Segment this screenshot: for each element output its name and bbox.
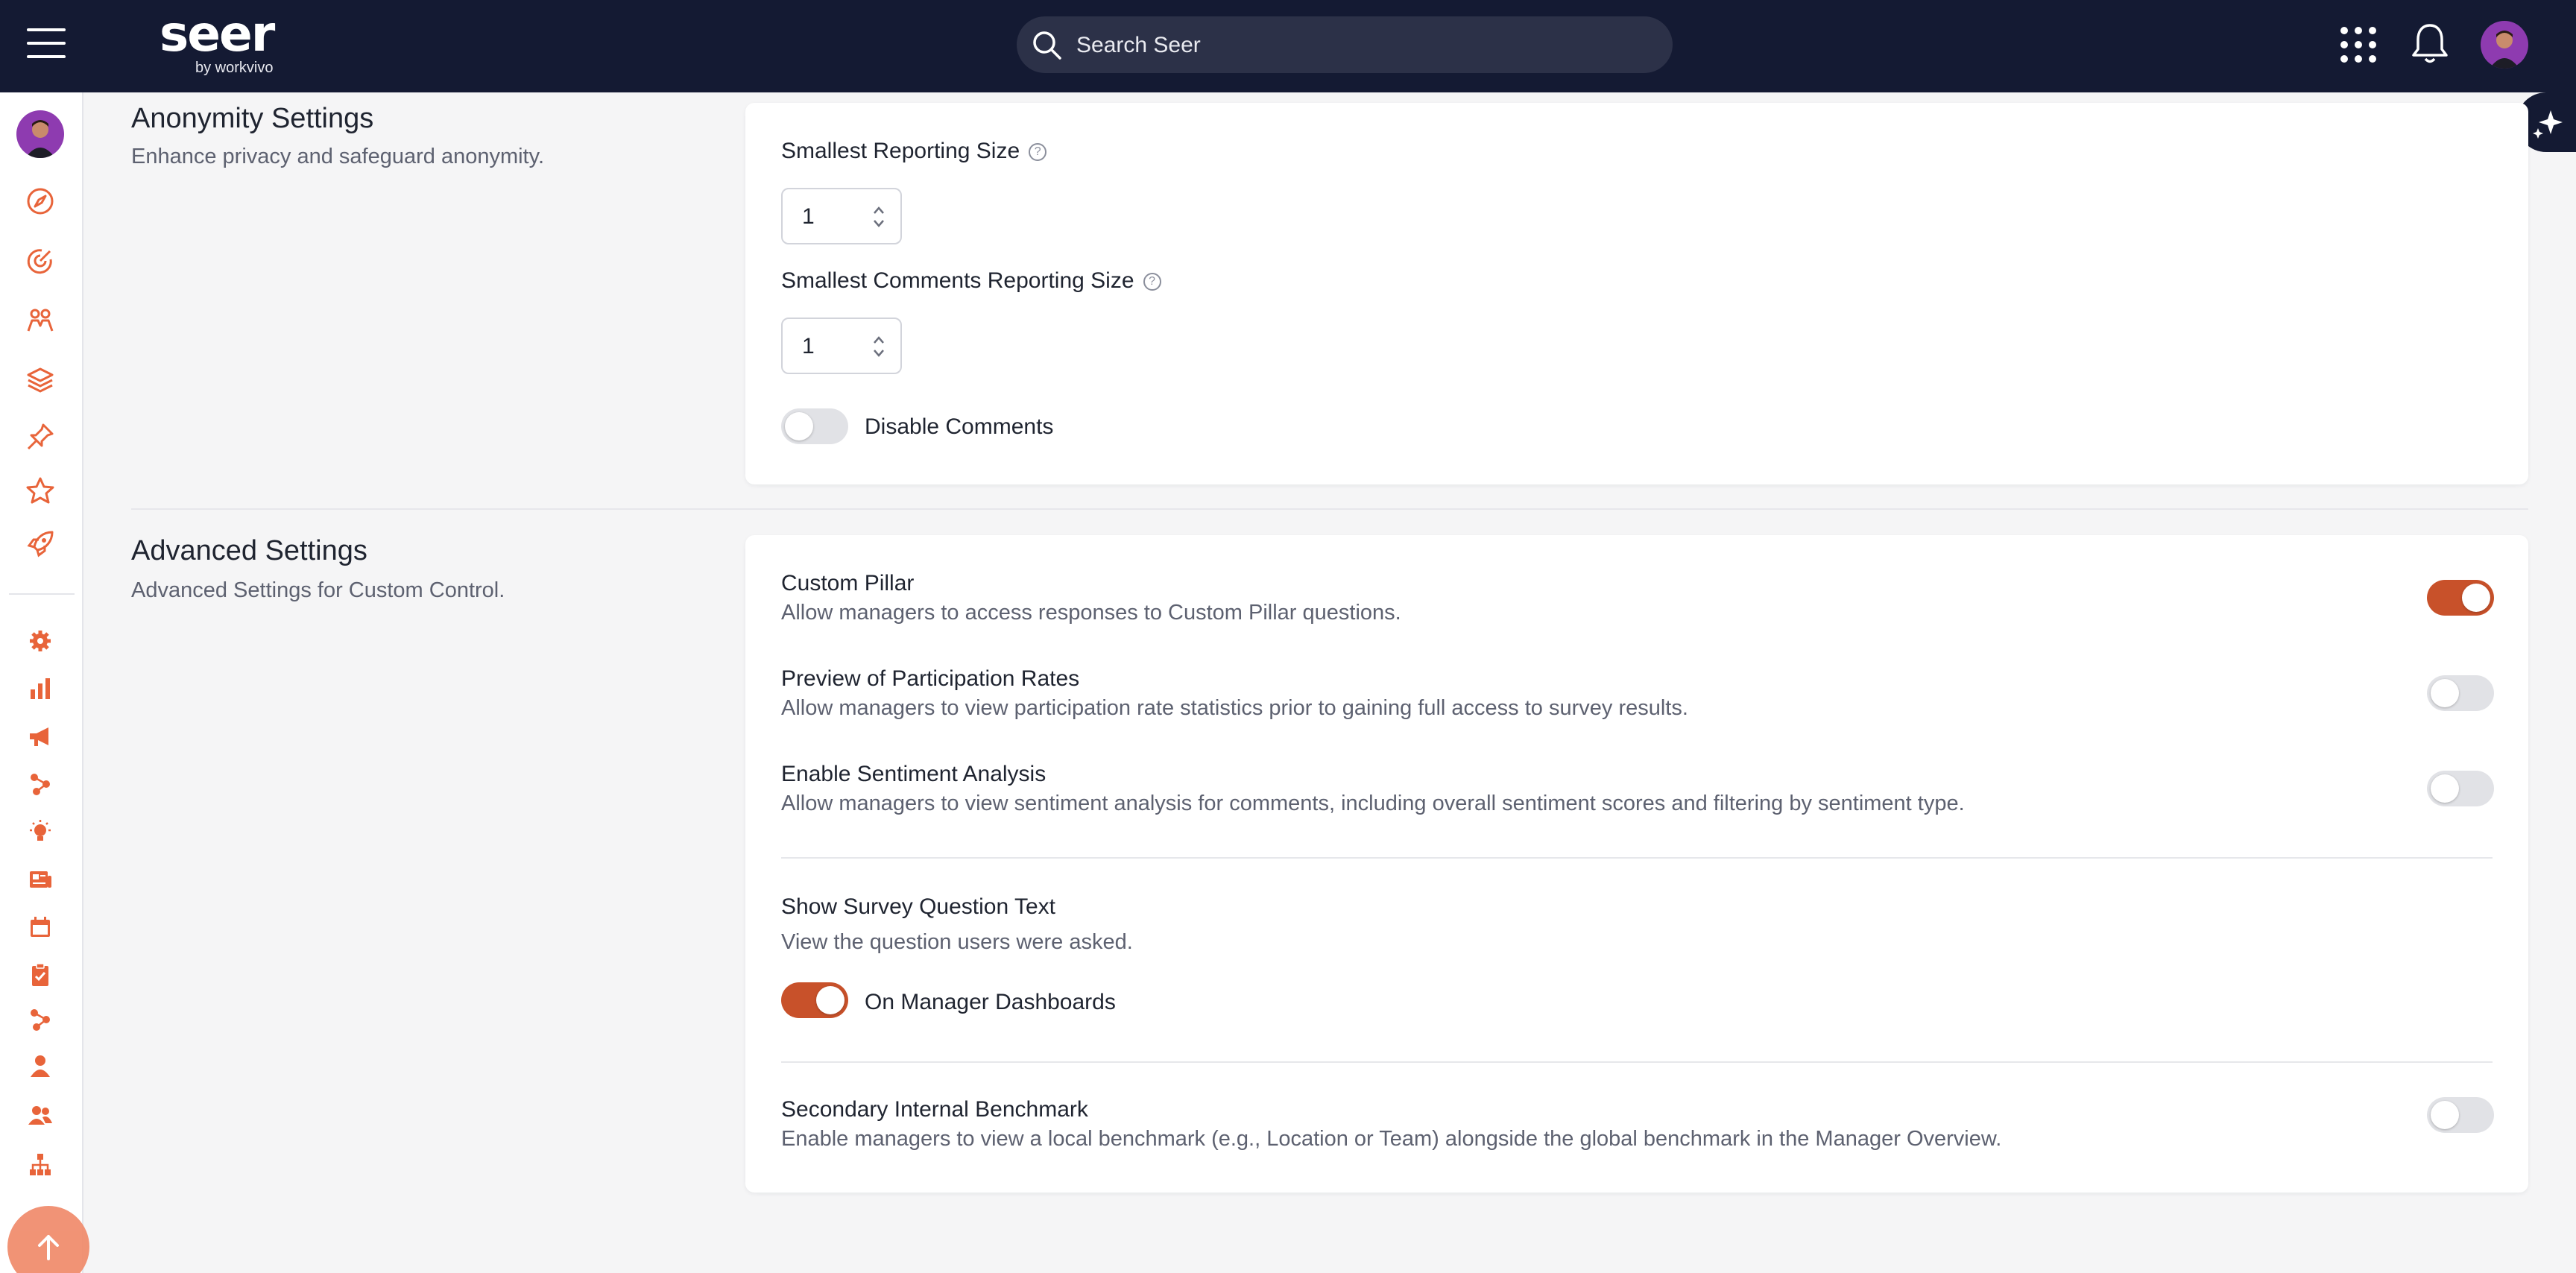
search-input[interactable]: Search Seer bbox=[1076, 33, 1201, 58]
sentiment-analysis-toggle[interactable] bbox=[2427, 771, 2494, 806]
bar-chart-icon[interactable] bbox=[24, 672, 57, 705]
logo-word: seer bbox=[160, 5, 275, 63]
card-divider bbox=[781, 857, 2493, 859]
custom-pillar-desc: Allow managers to access responses to Cu… bbox=[781, 601, 1401, 625]
manager-dashboards-label: On Manager Dashboards bbox=[865, 990, 1116, 1014]
smallest-comments-stepper[interactable]: 1 bbox=[781, 318, 902, 374]
user-avatar[interactable] bbox=[2481, 21, 2528, 69]
sidebar bbox=[0, 92, 83, 1273]
person-icon[interactable] bbox=[24, 1049, 57, 1082]
smallest-comments-label-text: Smallest Comments Reporting Size bbox=[781, 268, 1134, 293]
rocket-icon[interactable] bbox=[24, 528, 57, 560]
anonymity-settings-subtitle: Enhance privacy and safeguard anonymity. bbox=[131, 145, 545, 168]
sentiment-analysis-label: Enable Sentiment Analysis bbox=[781, 762, 1046, 786]
survey-question-text-desc: View the question users were asked. bbox=[781, 930, 1133, 954]
search-icon bbox=[1033, 31, 1061, 60]
smallest-reporting-value: 1 bbox=[802, 204, 815, 229]
spinner-icon[interactable] bbox=[872, 204, 886, 230]
advanced-settings-card: Custom Pillar Allow managers to access r… bbox=[745, 535, 2528, 1193]
secondary-benchmark-desc: Enable managers to view a local benchmar… bbox=[781, 1127, 2002, 1151]
star-icon[interactable] bbox=[24, 474, 57, 507]
search-bar[interactable]: Search Seer bbox=[1017, 16, 1673, 73]
help-icon[interactable]: ? bbox=[1029, 143, 1047, 162]
app-grid-icon[interactable] bbox=[2340, 27, 2376, 63]
participation-rates-toggle[interactable] bbox=[2427, 675, 2494, 711]
secondary-benchmark-label: Secondary Internal Benchmark bbox=[781, 1097, 1088, 1122]
seer-logo[interactable]: seer by workvivo bbox=[160, 5, 275, 77]
gear-icon[interactable] bbox=[24, 625, 57, 657]
manager-dashboards-toggle[interactable] bbox=[781, 982, 848, 1018]
section-divider bbox=[131, 508, 2528, 510]
help-icon[interactable]: ? bbox=[1143, 273, 1161, 291]
advanced-settings-title: Advanced Settings bbox=[131, 535, 367, 566]
advanced-settings-subtitle: Advanced Settings for Custom Control. bbox=[131, 578, 505, 602]
people-icon[interactable] bbox=[24, 304, 57, 337]
nodes-icon[interactable] bbox=[24, 1003, 57, 1036]
nodes-icon[interactable] bbox=[24, 768, 57, 800]
sparkle-icon bbox=[2533, 110, 2563, 139]
menu-icon[interactable] bbox=[27, 28, 66, 61]
sidebar-avatar[interactable] bbox=[16, 110, 64, 158]
logo-byline: by workvivo bbox=[195, 60, 274, 76]
bell-icon[interactable] bbox=[2409, 21, 2451, 66]
target-icon[interactable] bbox=[24, 244, 57, 277]
anonymity-settings-card: Smallest Reporting Size? 1 Smallest Comm… bbox=[745, 103, 2528, 484]
secondary-benchmark-toggle[interactable] bbox=[2427, 1097, 2494, 1133]
disable-comments-label: Disable Comments bbox=[865, 414, 1054, 439]
participation-rates-label: Preview of Participation Rates bbox=[781, 666, 1080, 691]
smallest-reporting-label: Smallest Reporting Size? bbox=[781, 139, 1047, 164]
arrow-up-icon bbox=[38, 1235, 59, 1260]
smallest-reporting-stepper[interactable]: 1 bbox=[781, 188, 902, 244]
sentiment-analysis-desc: Allow managers to view sentiment analysi… bbox=[781, 792, 1965, 815]
spinner-icon[interactable] bbox=[872, 334, 886, 359]
custom-pillar-label: Custom Pillar bbox=[781, 571, 915, 596]
sidebar-divider bbox=[9, 593, 75, 595]
participation-rates-desc: Allow managers to view participation rat… bbox=[781, 696, 1688, 720]
smallest-comments-label: Smallest Comments Reporting Size? bbox=[781, 268, 1161, 294]
clipboard-icon[interactable] bbox=[24, 958, 57, 991]
anonymity-settings-title: Anonymity Settings bbox=[131, 103, 374, 134]
calendar-icon[interactable] bbox=[24, 911, 57, 944]
org-chart-icon[interactable] bbox=[24, 1148, 57, 1181]
smallest-comments-value: 1 bbox=[802, 334, 815, 358]
top-navbar: seer by workvivo Search Seer bbox=[0, 0, 2576, 92]
card-divider bbox=[781, 1061, 2493, 1063]
custom-pillar-toggle[interactable] bbox=[2427, 580, 2494, 616]
disable-comments-toggle[interactable] bbox=[781, 408, 848, 444]
lightbulb-icon[interactable] bbox=[24, 815, 57, 848]
survey-question-text-label: Show Survey Question Text bbox=[781, 894, 1055, 919]
layers-icon[interactable] bbox=[24, 364, 57, 397]
pin-icon[interactable] bbox=[24, 420, 57, 453]
megaphone-icon[interactable] bbox=[24, 720, 57, 753]
users-icon[interactable] bbox=[24, 1099, 57, 1131]
smallest-reporting-label-text: Smallest Reporting Size bbox=[781, 139, 1020, 163]
newspaper-icon[interactable] bbox=[24, 863, 57, 896]
compass-icon[interactable] bbox=[24, 185, 57, 218]
